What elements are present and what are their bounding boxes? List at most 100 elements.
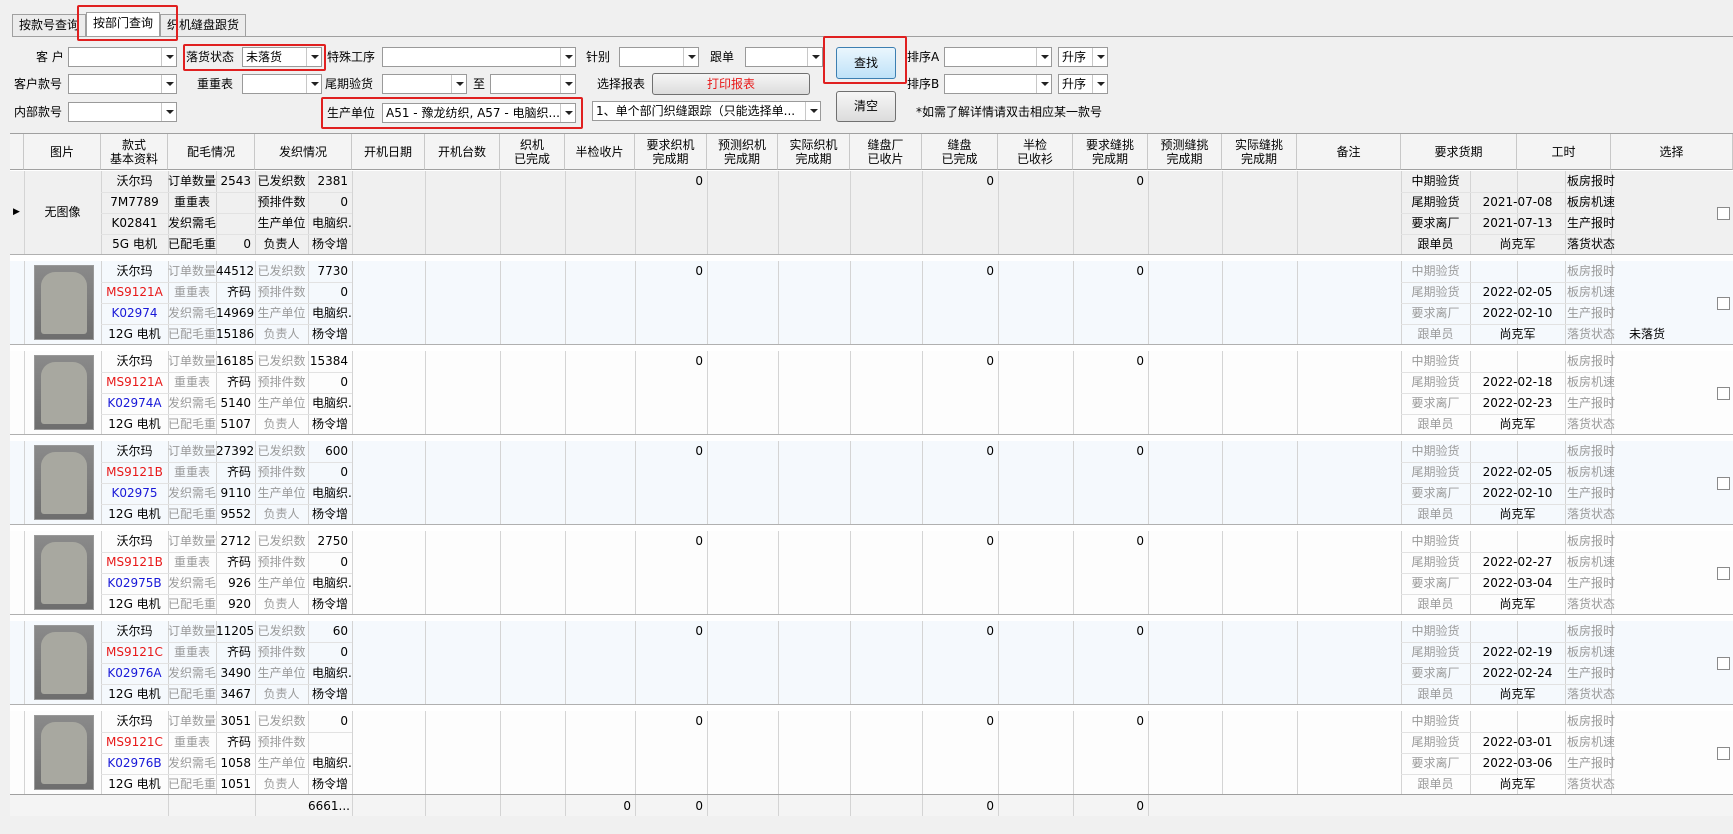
print-report-button[interactable]: 打印报表: [652, 73, 810, 95]
select-checkbox[interactable]: [1717, 297, 1730, 310]
product-image[interactable]: [34, 355, 94, 430]
column-header[interactable]: 要求织机 完成期: [635, 134, 707, 170]
issued-wool-value: 920: [228, 597, 251, 611]
column-divider: [500, 531, 501, 614]
product-image[interactable]: [34, 535, 94, 610]
footer-divider: [778, 795, 779, 816]
footer-divider: [255, 795, 256, 816]
sew-received: 0: [986, 354, 994, 368]
knitted-label: 已发织数: [257, 354, 306, 368]
column-divider: [707, 351, 708, 434]
column-header[interactable]: 备注: [1297, 134, 1401, 170]
select-checkbox[interactable]: [1717, 657, 1730, 670]
column-header[interactable]: 预测织机 完成期: [707, 134, 778, 170]
sample-speed-label: 板房机速: [1566, 735, 1615, 749]
column-header[interactable]: 实际织机 完成期: [778, 134, 850, 170]
owner-label: 负责人: [263, 507, 300, 521]
special-process-select[interactable]: [382, 47, 576, 67]
table-row[interactable]: 沃尔玛 MS9121A K02974A 12G 电机 订单数量 16185 重重表 齐码 发织需…: [10, 351, 1733, 435]
column-header[interactable]: 预测缝挑 完成期: [1148, 134, 1222, 170]
column-header[interactable]: 图片: [24, 134, 101, 170]
customer-select[interactable]: [68, 47, 177, 67]
column-divider: [1297, 711, 1298, 794]
column-divider: [500, 351, 501, 434]
pre-scheduled-label: 预排件数: [257, 465, 306, 479]
delivery-status-label: 落货状态: [1566, 417, 1615, 431]
gauge-machine: 12G 电机: [108, 327, 161, 341]
report-select[interactable]: 1、单个部门织缝跟踪（只能选择单...: [592, 101, 821, 121]
product-image[interactable]: [34, 715, 94, 790]
column-header[interactable]: 要求缝挑 完成期: [1073, 134, 1148, 170]
sort-b-direction[interactable]: 升序: [1058, 74, 1108, 94]
product-image[interactable]: [34, 445, 94, 520]
knit-need-label: 发织需毛: [168, 306, 216, 320]
customer-style-select[interactable]: [68, 74, 177, 94]
table-row[interactable]: 沃尔玛 MS9121C K02976B 12G 电机 订单数量 3051 重重表 齐码 发织需毛…: [10, 711, 1733, 794]
column-header[interactable]: 缝盘厂 已收片: [850, 134, 922, 170]
follow-select[interactable]: [745, 47, 823, 67]
weight-table-select[interactable]: [242, 74, 322, 94]
final-inspect-from[interactable]: [382, 74, 467, 94]
column-header[interactable]: 开机台数: [425, 134, 500, 170]
table-row[interactable]: 沃尔玛 MS9121B K02975B 12G 电机 订单数量 2712 重重表 齐码 发织需毛…: [10, 531, 1733, 615]
table-row[interactable]: 沃尔玛 MS9121B K02975 12G 电机 订单数量 27392 重重表 齐码 发织需毛…: [10, 441, 1733, 525]
tab-by-style[interactable]: 按款号查询: [12, 14, 87, 36]
product-image[interactable]: [34, 265, 94, 340]
column-header[interactable]: 选择: [1611, 134, 1733, 170]
weight-table-label: 重重表: [173, 285, 210, 299]
column-header[interactable]: 要求货期: [1401, 134, 1517, 170]
column-header[interactable]: 半检 已收衫: [998, 134, 1073, 170]
sort-b-select[interactable]: [944, 74, 1052, 94]
column-header[interactable]: 开机日期: [352, 134, 425, 170]
sample-speed-label: 板房机速: [1566, 555, 1615, 569]
select-checkbox[interactable]: [1717, 747, 1730, 760]
column-header[interactable]: 配毛情况: [168, 134, 255, 170]
sample-speed-label: 板房机速: [1566, 375, 1615, 389]
table-row[interactable]: 沃尔玛 MS9121A K02974 12G 电机 订单数量 44512 重重表 齐码 发织需毛…: [10, 261, 1733, 345]
final-inspect-date: 2022-03-01: [1482, 735, 1553, 749]
select-checkbox[interactable]: [1717, 207, 1730, 220]
select-checkbox[interactable]: [1717, 477, 1730, 490]
inner-style-number: K02975B: [107, 576, 162, 590]
column-header[interactable]: 款式 基本资料: [101, 134, 168, 170]
chevron-down-icon: [161, 48, 176, 66]
total-knit-done: 0: [623, 799, 631, 813]
select-checkbox[interactable]: [1717, 387, 1730, 400]
column-header[interactable]: 半检收片: [565, 134, 635, 170]
column-divider: [998, 351, 999, 434]
inner-style-select[interactable]: [68, 102, 177, 122]
column-divider: [352, 261, 353, 344]
customer-name: 沃尔玛: [116, 444, 153, 458]
select-checkbox[interactable]: [1717, 567, 1730, 580]
column-header[interactable]: 织机 已完成: [500, 134, 565, 170]
column-header[interactable]: 实际缝挑 完成期: [1222, 134, 1297, 170]
column-divider: [1148, 441, 1149, 524]
prod-unit-label: 生产单位: [257, 306, 306, 320]
issued-wool-value: 3467: [220, 687, 251, 701]
half-check-pieces: 0: [695, 534, 703, 548]
clear-button[interactable]: 清空: [836, 91, 896, 122]
column-header[interactable]: 发织情况: [255, 134, 352, 170]
column-divider: [500, 261, 501, 344]
footer-divider: [500, 795, 501, 816]
table-row[interactable]: 沃尔玛 MS9121C K02976A 12G 电机 订单数量 11205 重重表 齐码 发织需…: [10, 621, 1733, 705]
column-header[interactable]: 工时: [1517, 134, 1611, 170]
column-divider: [352, 441, 353, 524]
sort-a-direction[interactable]: 升序: [1058, 47, 1108, 67]
needle-select[interactable]: [619, 47, 699, 67]
inner-style-number: K02841: [111, 216, 158, 230]
prod-report-label: 生产报时: [1566, 576, 1615, 590]
final-inspect-to[interactable]: [490, 74, 576, 94]
column-header[interactable]: 缝盘 已完成: [922, 134, 998, 170]
column-divider: [500, 171, 501, 254]
style-number: MS9121C: [106, 645, 163, 659]
product-image[interactable]: [34, 625, 94, 700]
table-row[interactable]: ▶ 无图像 沃尔玛 7M7789 K02841 5G 电机 订单数量 2543 重重表 发织需毛已…: [10, 171, 1733, 255]
knitted-value: 7730: [317, 264, 348, 278]
delivery-status-label: 落货状态: [1566, 327, 1615, 341]
sort-a-select[interactable]: [944, 47, 1052, 67]
chevron-down-icon: [161, 75, 176, 93]
column-divider: [500, 441, 501, 524]
sweater-thumbnail: [41, 272, 87, 334]
owner-value: 杨令增: [311, 417, 348, 431]
